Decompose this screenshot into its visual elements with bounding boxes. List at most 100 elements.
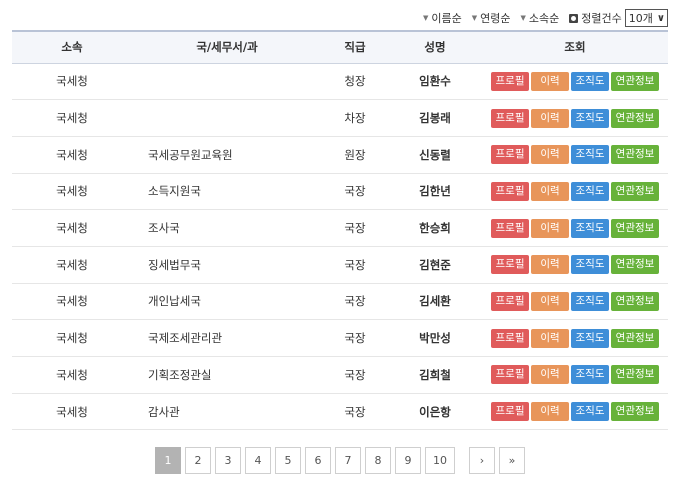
profile-button[interactable]: 프로필 [491, 145, 529, 165]
profile-button[interactable]: 프로필 [491, 108, 529, 128]
history-button[interactable]: 이력 [531, 108, 569, 128]
page-1-button[interactable]: 1 [155, 447, 181, 474]
table-row: 국세청 국제조세관리관 국장 박만성 프로필 이력 조직도 연관정보 [12, 319, 668, 357]
name-cell: 한승희 [388, 209, 482, 247]
sort-label: 이름순 [431, 12, 462, 25]
rank-cell: 국장 [322, 173, 388, 211]
sort-by-age-link[interactable]: ▼ 연령순 [472, 10, 511, 26]
affiliation-cell: 국세청 [12, 173, 132, 211]
header-lookup: 조회 [482, 30, 668, 64]
history-button[interactable]: 이력 [531, 218, 569, 238]
action-cell: 프로필 이력 조직도 연관정보 [482, 319, 668, 357]
profile-button[interactable]: 프로필 [491, 218, 529, 238]
table-row: 국세청 감사관 국장 이은항 프로필 이력 조직도 연관정보 [12, 393, 668, 431]
table-row: 국세청 국세공무원교육원 원장 신동렬 프로필 이력 조직도 연관정보 [12, 136, 668, 174]
page-size-select[interactable]: 10개 ∨ [624, 9, 668, 27]
org-chart-button[interactable]: 조직도 [571, 181, 609, 201]
related-info-button[interactable]: 연관정보 [611, 218, 659, 238]
action-cell: 프로필 이력 조직도 연관정보 [482, 136, 668, 174]
department-cell [132, 63, 322, 101]
page-10-button[interactable]: 10 [425, 447, 455, 474]
table-row: 국세청 차장 김봉래 프로필 이력 조직도 연관정보 [12, 99, 668, 137]
name-cell: 김봉래 [388, 99, 482, 137]
last-page-button[interactable]: » [499, 447, 525, 474]
page-6-button[interactable]: 6 [305, 447, 331, 474]
org-chart-button[interactable]: 조직도 [571, 71, 609, 91]
name-cell: 김세환 [388, 283, 482, 321]
org-chart-button[interactable]: 조직도 [571, 108, 609, 128]
history-button[interactable]: 이력 [531, 145, 569, 165]
org-chart-button[interactable]: 조직도 [571, 402, 609, 422]
profile-button[interactable]: 프로필 [491, 365, 529, 385]
related-info-button[interactable]: 연관정보 [611, 328, 659, 348]
related-info-button[interactable]: 연관정보 [611, 255, 659, 275]
action-cell: 프로필 이력 조직도 연관정보 [482, 246, 668, 284]
affiliation-cell: 국세청 [12, 209, 132, 247]
history-button[interactable]: 이력 [531, 328, 569, 348]
sort-by-name-link[interactable]: ▼ 이름순 [423, 10, 462, 26]
history-button[interactable]: 이력 [531, 255, 569, 275]
sort-label: 소속순 [528, 12, 560, 25]
page-5-button[interactable]: 5 [275, 447, 301, 474]
sort-toolbar: ▼ 이름순 ▼ 연령순 ▼ 소속순 정렬건수 10개 ∨ [413, 8, 668, 28]
action-cell: 프로필 이력 조직도 연관정보 [482, 356, 668, 394]
sort-count-link[interactable]: 정렬건수 [569, 10, 622, 26]
related-info-button[interactable]: 연관정보 [611, 108, 659, 128]
rank-cell: 차장 [322, 99, 388, 137]
name-cell: 신동렬 [388, 136, 482, 174]
page-4-button[interactable]: 4 [245, 447, 271, 474]
org-chart-button[interactable]: 조직도 [571, 291, 609, 311]
sort-count-icon [569, 13, 579, 23]
related-info-button[interactable]: 연관정보 [611, 145, 659, 165]
department-cell: 국세공무원교육원 [132, 136, 322, 174]
profile-button[interactable]: 프로필 [491, 181, 529, 201]
rank-cell: 국장 [322, 356, 388, 394]
table-row: 국세청 징세법무국 국장 김현준 프로필 이력 조직도 연관정보 [12, 246, 668, 284]
history-button[interactable]: 이력 [531, 71, 569, 91]
department-cell: 감사관 [132, 393, 322, 431]
department-cell: 국제조세관리관 [132, 319, 322, 357]
page-2-button[interactable]: 2 [185, 447, 211, 474]
org-chart-button[interactable]: 조직도 [571, 328, 609, 348]
header-department: 국/세무서/과 [132, 30, 322, 64]
org-chart-button[interactable]: 조직도 [571, 365, 609, 385]
profile-button[interactable]: 프로필 [491, 328, 529, 348]
profile-button[interactable]: 프로필 [491, 402, 529, 422]
table-header-row: 소속 국/세무서/과 직급 성명 조회 [12, 30, 668, 64]
related-info-button[interactable]: 연관정보 [611, 71, 659, 91]
org-chart-button[interactable]: 조직도 [571, 255, 609, 275]
affiliation-cell: 국세청 [12, 393, 132, 431]
header-affiliation: 소속 [12, 30, 132, 64]
org-chart-button[interactable]: 조직도 [571, 145, 609, 165]
action-cell: 프로필 이력 조직도 연관정보 [482, 209, 668, 247]
page-7-button[interactable]: 7 [335, 447, 361, 474]
rank-cell: 청장 [322, 63, 388, 101]
related-info-button[interactable]: 연관정보 [611, 402, 659, 422]
caret-down-icon: ▼ [422, 14, 429, 22]
profile-button[interactable]: 프로필 [491, 71, 529, 91]
next-page-button[interactable]: › [469, 447, 495, 474]
page-9-button[interactable]: 9 [395, 447, 421, 474]
page-size-value: 10개 [628, 12, 653, 25]
action-cell: 프로필 이력 조직도 연관정보 [482, 283, 668, 321]
org-chart-button[interactable]: 조직도 [571, 218, 609, 238]
sort-by-affiliation-link[interactable]: ▼ 소속순 [521, 10, 560, 26]
related-info-button[interactable]: 연관정보 [611, 291, 659, 311]
history-button[interactable]: 이력 [531, 365, 569, 385]
table-row: 국세청 개인납세국 국장 김세환 프로필 이력 조직도 연관정보 [12, 283, 668, 321]
page-8-button[interactable]: 8 [365, 447, 391, 474]
history-button[interactable]: 이력 [531, 181, 569, 201]
sort-label: 정렬건수 [581, 12, 622, 25]
department-cell: 기획조정관실 [132, 356, 322, 394]
page-3-button[interactable]: 3 [215, 447, 241, 474]
history-button[interactable]: 이력 [531, 291, 569, 311]
affiliation-cell: 국세청 [12, 136, 132, 174]
related-info-button[interactable]: 연관정보 [611, 365, 659, 385]
related-info-button[interactable]: 연관정보 [611, 181, 659, 201]
chevron-down-icon: ∨ [656, 12, 665, 24]
profile-button[interactable]: 프로필 [491, 255, 529, 275]
department-cell: 징세법무국 [132, 246, 322, 284]
profile-button[interactable]: 프로필 [491, 291, 529, 311]
name-cell: 김현준 [388, 246, 482, 284]
history-button[interactable]: 이력 [531, 402, 569, 422]
